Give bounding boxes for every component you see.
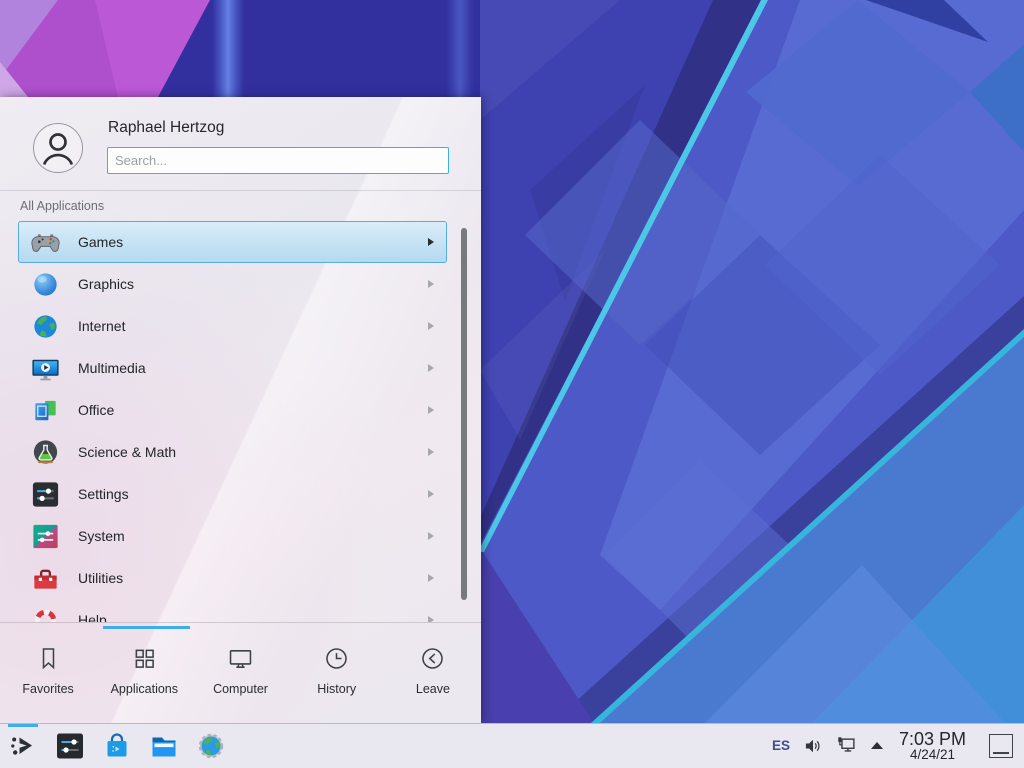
submenu-arrow-icon <box>428 448 434 456</box>
system-sliders-icon <box>30 521 61 552</box>
show-desktop-button[interactable] <box>989 734 1013 758</box>
shopping-bag-icon <box>101 730 133 762</box>
tab-computer[interactable]: Computer <box>192 644 288 696</box>
category-system[interactable]: System <box>18 515 447 557</box>
submenu-arrow-icon <box>428 574 434 582</box>
sliders-icon <box>54 730 86 762</box>
category-multimedia[interactable]: Multimedia <box>18 347 447 389</box>
category-science-math[interactable]: Science & Math <box>18 431 447 473</box>
toolbox-icon <box>30 563 61 594</box>
submenu-arrow-icon <box>428 280 434 288</box>
category-office[interactable]: Office <box>18 389 447 431</box>
gamepad-icon <box>30 227 61 258</box>
category-games[interactable]: Games <box>18 221 447 263</box>
file-manager-button[interactable] <box>148 730 180 762</box>
user-name: Raphael Hertzog <box>108 119 224 137</box>
submenu-arrow-icon <box>428 238 434 246</box>
flask-icon <box>30 437 61 468</box>
clock-time: 7:03 PM <box>899 730 966 749</box>
leave-circle-icon <box>418 644 447 673</box>
grid-icon <box>130 644 159 673</box>
category-graphics[interactable]: Graphics <box>18 263 447 305</box>
lifebuoy-icon <box>30 605 61 623</box>
sliders-icon <box>30 479 61 510</box>
category-internet[interactable]: Internet <box>18 305 447 347</box>
globe-gear-icon <box>195 730 227 762</box>
tab-leave[interactable]: Leave <box>385 644 481 696</box>
category-utilities[interactable]: Utilities <box>18 557 447 599</box>
submenu-arrow-icon <box>428 490 434 498</box>
section-label: All Applications <box>20 199 104 213</box>
network-icon[interactable] <box>836 735 858 757</box>
submenu-arrow-icon <box>428 406 434 414</box>
folder-icon <box>148 730 180 762</box>
documents-icon <box>30 395 61 426</box>
paint-ball-icon <box>30 269 61 300</box>
user-avatar[interactable] <box>33 123 83 173</box>
expand-tray-icon[interactable] <box>871 742 883 749</box>
header-separator <box>0 190 481 191</box>
category-settings[interactable]: Settings <box>18 473 447 515</box>
clock-icon <box>322 644 351 673</box>
launcher-footer: Favorites Applications C <box>0 622 481 723</box>
tab-favorites[interactable]: Favorites <box>0 644 96 696</box>
monitor-icon <box>226 644 255 673</box>
keyboard-layout-indicator[interactable]: ES <box>772 738 790 753</box>
tab-applications[interactable]: Applications <box>96 644 192 696</box>
list-scrollbar[interactable] <box>461 228 467 600</box>
app-launcher-button[interactable] <box>7 730 39 762</box>
active-tab-indicator <box>103 626 190 629</box>
kde-launcher-icon <box>7 730 39 762</box>
volume-icon[interactable] <box>803 736 823 756</box>
category-list: Games Graphics <box>18 221 447 622</box>
media-screen-icon <box>30 353 61 384</box>
submenu-arrow-icon <box>428 364 434 372</box>
tab-history[interactable]: History <box>289 644 385 696</box>
submenu-arrow-icon <box>428 322 434 330</box>
discover-button[interactable] <box>101 730 133 762</box>
bookmark-icon <box>34 644 63 673</box>
active-task-indicator <box>8 724 38 727</box>
submenu-arrow-icon <box>428 532 434 540</box>
system-tray: ES 7:03 PM 4/24/21 <box>772 730 1013 762</box>
category-help[interactable]: Help <box>18 599 447 622</box>
globe-icon <box>30 311 61 342</box>
system-settings-button[interactable] <box>54 730 86 762</box>
application-launcher-menu: Raphael Hertzog All Applications Games <box>0 97 481 723</box>
digital-clock[interactable]: 7:03 PM 4/24/21 <box>899 730 966 762</box>
web-browser-button[interactable] <box>195 730 227 762</box>
taskbar-panel: ES 7:03 PM 4/24/21 <box>0 723 1024 768</box>
search-input[interactable] <box>107 147 449 174</box>
clock-date: 4/24/21 <box>899 748 966 762</box>
